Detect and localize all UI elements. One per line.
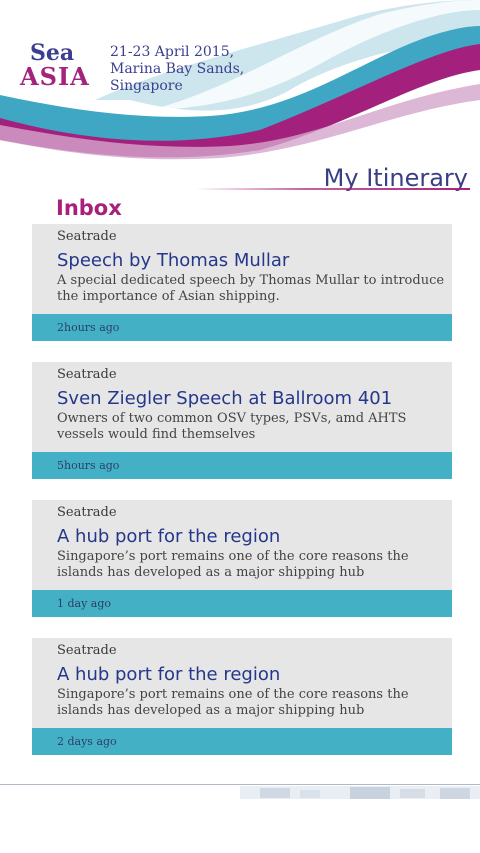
message-time: 1 day ago xyxy=(57,597,112,610)
footer-harbor-image xyxy=(240,785,480,799)
header-banner: Sea ASIA 21-23 April 2015, Marina Bay Sa… xyxy=(0,0,480,160)
message-time: 2hours ago xyxy=(57,321,120,334)
message-time: 2 days ago xyxy=(57,735,117,748)
message-source: Seatrade xyxy=(57,643,117,658)
message-time: 5hours ago xyxy=(57,459,120,472)
message-title: A hub port for the region xyxy=(57,664,281,685)
message-title: A hub port for the region xyxy=(57,526,281,547)
sea-asia-logo: Sea ASIA xyxy=(16,40,106,102)
message-title: Sven Ziegler Speech at Ballroom 401 xyxy=(57,388,393,409)
message-footer: 5hours ago xyxy=(32,452,452,479)
event-info: 21-23 April 2015, Marina Bay Sands, Sing… xyxy=(110,44,244,95)
message-source: Seatrade xyxy=(57,229,117,244)
message-description: Singapore’s port remains one of the core… xyxy=(57,549,409,580)
message-description: A special dedicated speech by Thomas Mul… xyxy=(57,273,445,304)
message-description: Owners of two common OSV types, PSVs, am… xyxy=(57,411,407,442)
message-footer: 2 days ago xyxy=(32,728,452,755)
message-source: Seatrade xyxy=(57,367,117,382)
message-description: Singapore’s port remains one of the core… xyxy=(57,687,409,718)
message-card[interactable]: Seatrade Speech by Thomas Mullar A speci… xyxy=(32,224,452,341)
message-title: Speech by Thomas Mullar xyxy=(57,250,290,271)
message-footer: 1 day ago xyxy=(32,590,452,617)
title-underline xyxy=(195,188,470,191)
message-card[interactable]: Seatrade A hub port for the region Singa… xyxy=(32,500,452,617)
message-card[interactable]: Seatrade A hub port for the region Singa… xyxy=(32,638,452,755)
message-footer: 2hours ago xyxy=(32,314,452,341)
event-venue: Marina Bay Sands, xyxy=(110,61,245,77)
event-city: Singapore xyxy=(110,78,183,94)
message-source: Seatrade xyxy=(57,505,117,520)
message-card[interactable]: Seatrade Sven Ziegler Speech at Ballroom… xyxy=(32,362,452,479)
event-dates: 21-23 April 2015, xyxy=(110,44,235,60)
logo-asia-text: ASIA xyxy=(20,62,90,91)
inbox-heading: Inbox xyxy=(56,196,122,220)
